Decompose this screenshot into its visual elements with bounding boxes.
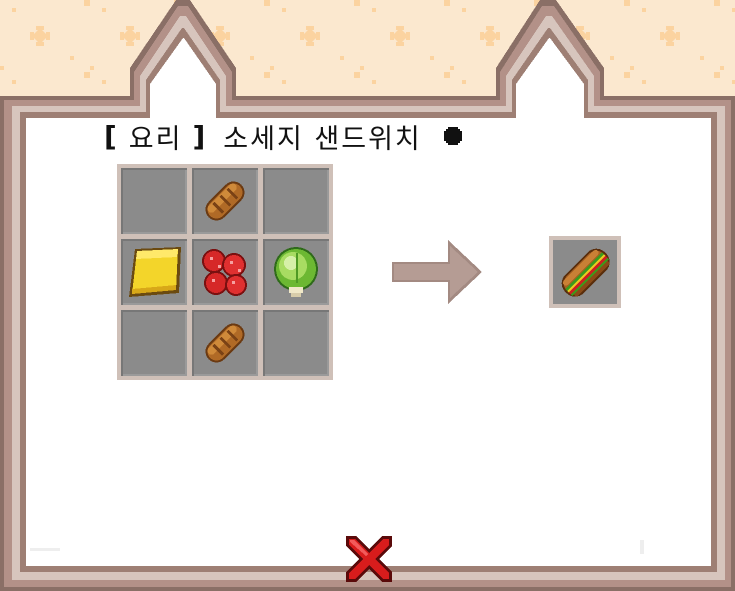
recipe-name: 소세지 샌드위치 — [223, 123, 422, 155]
bread-icon — [205, 181, 245, 221]
lettuce-icon — [274, 247, 318, 297]
grid-slot-bread[interactable] — [192, 168, 258, 234]
sausage-sandwich-icon — [561, 248, 610, 297]
grid-slot-bread[interactable] — [192, 310, 258, 376]
grid-slot-empty[interactable] — [121, 168, 187, 234]
grid-slot-sausage-slices[interactable] — [192, 239, 258, 305]
grid-slot-cheese[interactable] — [121, 239, 187, 305]
crafting-grid — [117, 164, 333, 380]
category-close-bracket: ] — [192, 119, 208, 153]
category-open-bracket: [ — [104, 119, 119, 153]
sausage-slices-icon — [202, 249, 247, 296]
right-arrow-icon — [392, 240, 482, 304]
grid-slot-lettuce[interactable] — [263, 239, 329, 305]
result-slot[interactable] — [549, 236, 621, 308]
grid-slot-empty[interactable] — [263, 168, 329, 234]
category-label: 요리 — [128, 123, 183, 155]
close-x-icon — [346, 536, 392, 582]
recipe-title: [ 요리 ] 소세지 샌드위치 — [104, 118, 464, 155]
grid-slot-empty[interactable] — [263, 310, 329, 376]
grid-slot-empty[interactable] — [121, 310, 187, 376]
bread-icon — [205, 323, 245, 363]
close-button[interactable] — [342, 532, 396, 586]
cheese-icon — [129, 247, 181, 297]
recipe-panel — [0, 0, 735, 591]
black-circle-icon — [443, 127, 462, 145]
